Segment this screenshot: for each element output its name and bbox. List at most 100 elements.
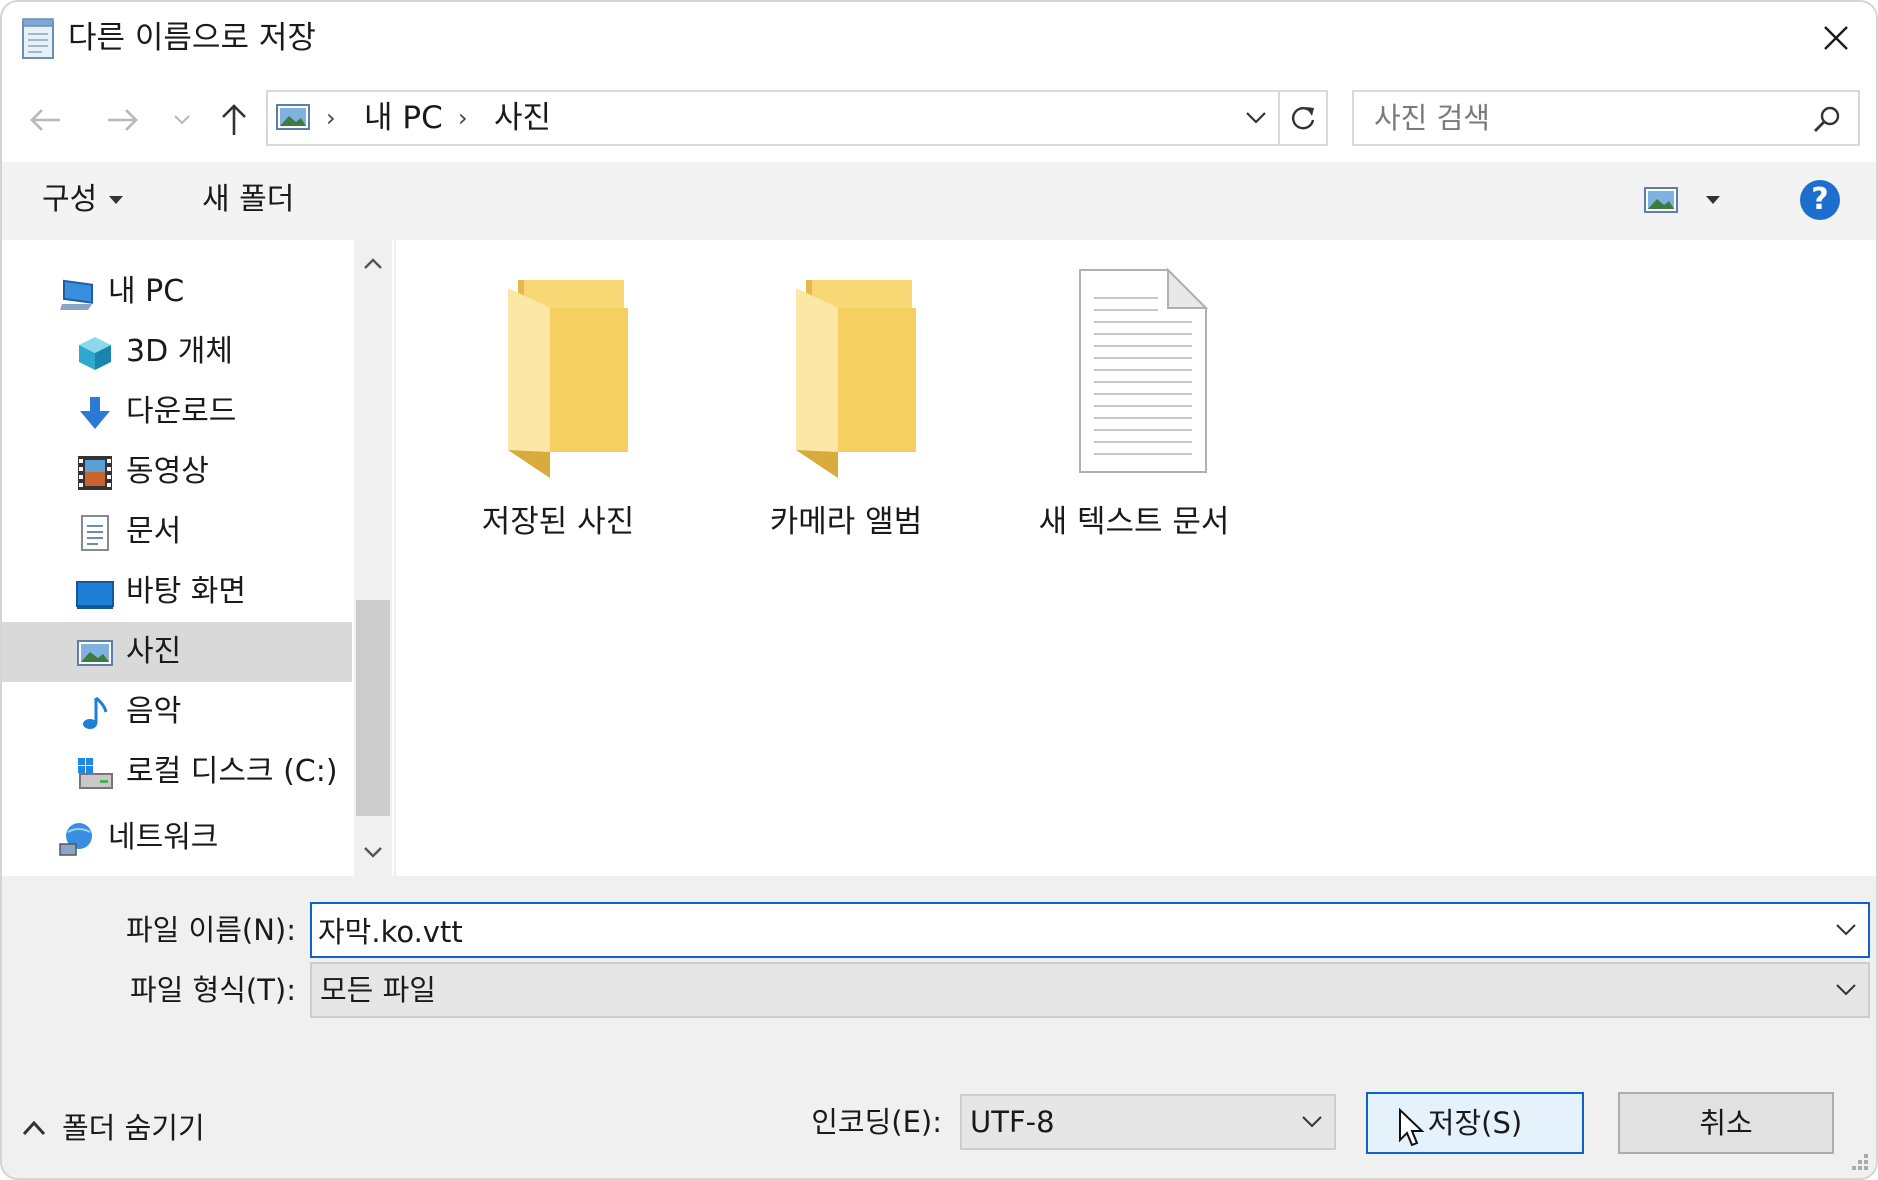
search-icon[interactable]	[1812, 104, 1842, 134]
refresh-button[interactable]	[1278, 92, 1326, 144]
breadcrumb-pictures[interactable]: 사진	[494, 98, 551, 138]
sidebar-item-music[interactable]: 음악	[2, 682, 352, 742]
search-input[interactable]	[1374, 98, 1794, 138]
sidebar-item-3d-objects[interactable]: 3D 개체	[2, 322, 352, 382]
sidebar-item-label: 로컬 디스크 (C:)	[126, 754, 338, 789]
resize-grip-icon[interactable]	[1846, 1148, 1870, 1172]
breadcrumb-separator: ›	[458, 104, 468, 132]
filename-combobox[interactable]	[310, 902, 1870, 958]
organize-menu[interactable]: 구성	[42, 178, 124, 222]
network-icon	[59, 823, 92, 856]
save-as-dialog: 다른 이름으로 저장 › 내 PC › 사진 사진 검색 구성 새 폴더 ? 내…	[0, 0, 1878, 1180]
close-button[interactable]	[1796, 2, 1876, 74]
sidebar-item-videos[interactable]: 동영상	[2, 442, 352, 502]
chevron-down-icon	[1836, 984, 1856, 996]
video-icon	[78, 456, 112, 490]
documents-icon	[81, 515, 109, 551]
filename-dropdown-button[interactable]	[1824, 906, 1868, 954]
pictures-icon	[77, 640, 113, 666]
encoding-select[interactable]: UTF-8	[960, 1094, 1336, 1150]
change-view-button[interactable]	[1644, 180, 1734, 220]
sidebar-item-label: 내 PC	[108, 274, 185, 309]
filetype-select[interactable]: 모든 파일	[310, 962, 1870, 1018]
view-icon	[1644, 187, 1678, 213]
back-arrow-icon	[30, 109, 60, 131]
new-folder-button[interactable]: 새 폴더	[202, 178, 294, 222]
address-bar[interactable]: › 내 PC › 사진	[266, 90, 1328, 146]
sidebar-item-downloads[interactable]: 다운로드	[2, 382, 352, 442]
sidebar-item-my-pc[interactable]: 내 PC	[2, 262, 352, 322]
sidebar-item-pictures[interactable]: 사진	[2, 622, 352, 682]
forward-arrow-icon	[108, 109, 138, 131]
title-bar: 다른 이름으로 저장	[2, 2, 1876, 74]
filetype-dropdown-button[interactable]	[1824, 966, 1868, 1014]
file-list: 저장된 사진 카메라 앨범 새 텍스트 문서	[394, 240, 1876, 876]
breadcrumb-separator: ›	[326, 104, 336, 132]
pictures-icon	[276, 104, 310, 130]
encoding-value: UTF-8	[970, 1105, 1055, 1139]
sidebar-item-label: 다운로드	[126, 394, 237, 429]
file-name: 저장된 사진	[481, 504, 635, 540]
chevron-down-icon	[1246, 112, 1266, 124]
file-name: 새 텍스트 문서	[1038, 504, 1230, 540]
hide-folders-toggle[interactable]: 폴더 숨기기	[22, 1108, 205, 1148]
refresh-icon	[1292, 107, 1315, 130]
sidebar-item-network[interactable]: 네트워크	[2, 808, 352, 868]
address-dropdown-button[interactable]	[1234, 92, 1278, 144]
forward-button[interactable]	[100, 94, 144, 146]
file-name: 카메라 앨범	[769, 504, 923, 540]
back-button[interactable]	[24, 94, 68, 146]
notepad-icon	[22, 18, 54, 59]
breadcrumb-my-pc[interactable]: 내 PC	[364, 98, 443, 138]
music-icon	[83, 696, 108, 729]
folder-icon	[508, 280, 628, 478]
file-item-folder[interactable]: 카메라 앨범	[726, 268, 966, 548]
navigation-pane: 내 PC 3D 개체 다운로드 동영상 문서 바탕 화면 사진 음악 로컬 디스…	[2, 240, 356, 876]
cancel-button[interactable]: 취소	[1618, 1092, 1834, 1154]
chevron-down-icon	[174, 115, 190, 125]
sidebar-item-label: 문서	[126, 514, 182, 549]
sidebar-item-label: 사진	[126, 634, 182, 669]
sidebar-item-label: 3D 개체	[126, 334, 233, 369]
up-button[interactable]	[214, 94, 254, 146]
recent-locations-button[interactable]	[168, 94, 196, 146]
save-options-pane: 파일 이름(N): 파일 형식(T): 모든 파일 폴더 숨기기	[2, 876, 1876, 1178]
file-item-text-document[interactable]: 새 텍스트 문서	[1014, 268, 1254, 548]
scroll-down-button[interactable]	[354, 828, 392, 876]
filetype-value: 모든 파일	[320, 973, 436, 1007]
sidebar-item-desktop[interactable]: 바탕 화면	[2, 562, 352, 622]
sidebar-item-label: 바탕 화면	[126, 574, 246, 609]
encoding-dropdown-button[interactable]	[1290, 1098, 1334, 1146]
filename-label: 파일 이름(N):	[125, 913, 296, 947]
help-button[interactable]: ?	[1800, 180, 1840, 220]
text-document-icon	[1079, 268, 1209, 473]
download-icon	[80, 397, 110, 429]
filename-input[interactable]	[312, 906, 1824, 954]
sidebar-item-local-disk[interactable]: 로컬 디스크 (C:)	[2, 742, 352, 802]
dialog-title: 다른 이름으로 저장	[68, 20, 316, 56]
scroll-up-button[interactable]	[354, 240, 392, 288]
file-item-folder[interactable]: 저장된 사진	[438, 268, 678, 548]
up-arrow-icon	[222, 104, 246, 135]
sidebar-item-label: 동영상	[126, 454, 209, 489]
sidebar-item-label: 네트워크	[108, 820, 219, 855]
filetype-label: 파일 형식(T):	[129, 973, 296, 1007]
caret-down-icon	[109, 196, 124, 204]
caret-down-icon	[1706, 196, 1720, 204]
navigation-bar: › 내 PC › 사진	[2, 80, 1876, 158]
save-button[interactable]: 저장(S)	[1366, 1092, 1584, 1154]
hide-folders-label: 폴더 숨기기	[62, 1111, 205, 1145]
command-bar: 구성 새 폴더	[2, 162, 1876, 240]
3d-objects-icon	[79, 337, 111, 370]
folder-icon	[796, 280, 916, 478]
scroll-thumb[interactable]	[356, 600, 390, 816]
sidebar-scrollbar[interactable]	[354, 240, 392, 876]
chevron-down-icon	[1302, 1116, 1322, 1128]
pc-icon	[60, 279, 93, 310]
encoding-label: 인코딩(E):	[811, 1105, 942, 1139]
sidebar-item-label: 음악	[126, 694, 182, 729]
chevron-down-icon	[1836, 924, 1856, 936]
search-box	[1352, 90, 1860, 146]
organize-label: 구성	[42, 182, 98, 217]
sidebar-item-documents[interactable]: 문서	[2, 502, 352, 562]
